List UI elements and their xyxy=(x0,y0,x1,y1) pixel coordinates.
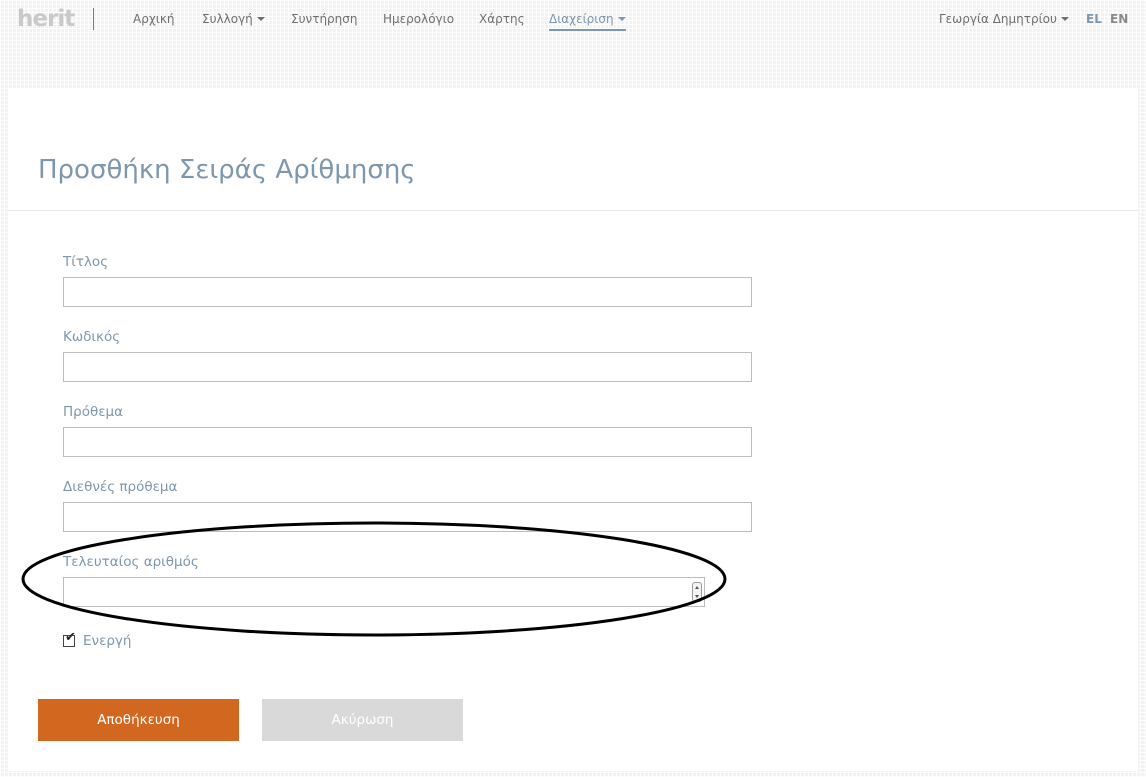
nav-item-collection[interactable]: Συλλογή xyxy=(202,11,265,27)
title-input[interactable] xyxy=(63,277,752,307)
nav-item-administration[interactable]: Διαχείριση xyxy=(549,11,626,31)
user-name: Γεωργία Δημητρίου xyxy=(939,12,1057,26)
prefix-input[interactable] xyxy=(63,427,752,457)
save-button[interactable]: Αποθήκευση xyxy=(38,699,239,741)
main-panel: Προσθήκη Σειράς Αρίθμησης Τίτλος Κωδικός… xyxy=(8,89,1138,771)
nav-item-conservation[interactable]: Συντήρηση xyxy=(291,11,358,27)
nav-item-calendar[interactable]: Ημερολόγιο xyxy=(383,11,454,27)
checkmark-icon: ✔ xyxy=(65,630,76,645)
nav-item-label: Διαχείριση xyxy=(549,12,614,26)
nav-item-label: Ημερολόγιο xyxy=(383,12,455,26)
logo-separator xyxy=(93,8,94,30)
nav-item-map[interactable]: Χάρτης xyxy=(479,11,525,27)
spin-up-arrow-icon[interactable] xyxy=(695,586,699,589)
language-el-link[interactable]: EL xyxy=(1086,11,1102,27)
nav-item-home[interactable]: Αρχική xyxy=(133,11,175,27)
caret-down-icon xyxy=(617,16,626,21)
nav-item-label: Συντήρηση xyxy=(291,12,358,26)
code-label: Κωδικός xyxy=(63,329,121,345)
international-prefix-label: Διεθνές πρόθεμα xyxy=(63,479,178,495)
active-checkbox-label[interactable]: Ενεργή xyxy=(83,632,131,650)
page-title: Προσθήκη Σειράς Αρίθμησης xyxy=(38,155,416,185)
nav-item-label: Αρχική xyxy=(133,12,175,26)
active-checkbox[interactable]: ✔ xyxy=(63,631,76,647)
herit-logo[interactable]: herit xyxy=(17,5,75,33)
nav-item-label: Χάρτης xyxy=(479,12,525,26)
cancel-button[interactable]: Ακύρωση xyxy=(262,699,463,741)
prefix-label: Πρόθεμα xyxy=(63,404,124,420)
code-input[interactable] xyxy=(63,352,752,382)
last-number-input[interactable] xyxy=(64,578,684,606)
spinner-arrows-icon[interactable] xyxy=(692,582,702,602)
caret-down-icon xyxy=(1060,16,1069,21)
title-label: Τίτλος xyxy=(63,254,109,270)
nav-item-label: Συλλογή xyxy=(202,12,253,26)
international-prefix-input[interactable] xyxy=(63,502,752,532)
spin-down-arrow-icon[interactable] xyxy=(695,595,699,598)
user-menu[interactable]: Γεωργία Δημητρίου xyxy=(939,11,1069,27)
caret-down-icon xyxy=(256,16,265,21)
last-number-field xyxy=(63,577,705,607)
top-navigation-bar: herit Αρχική Συλλογή Συντήρηση Ημερολόγι… xyxy=(0,0,1146,38)
title-divider xyxy=(8,210,1138,211)
language-en-link[interactable]: EN xyxy=(1110,11,1128,27)
last-number-label: Τελευταίος αριθμός xyxy=(63,554,199,570)
